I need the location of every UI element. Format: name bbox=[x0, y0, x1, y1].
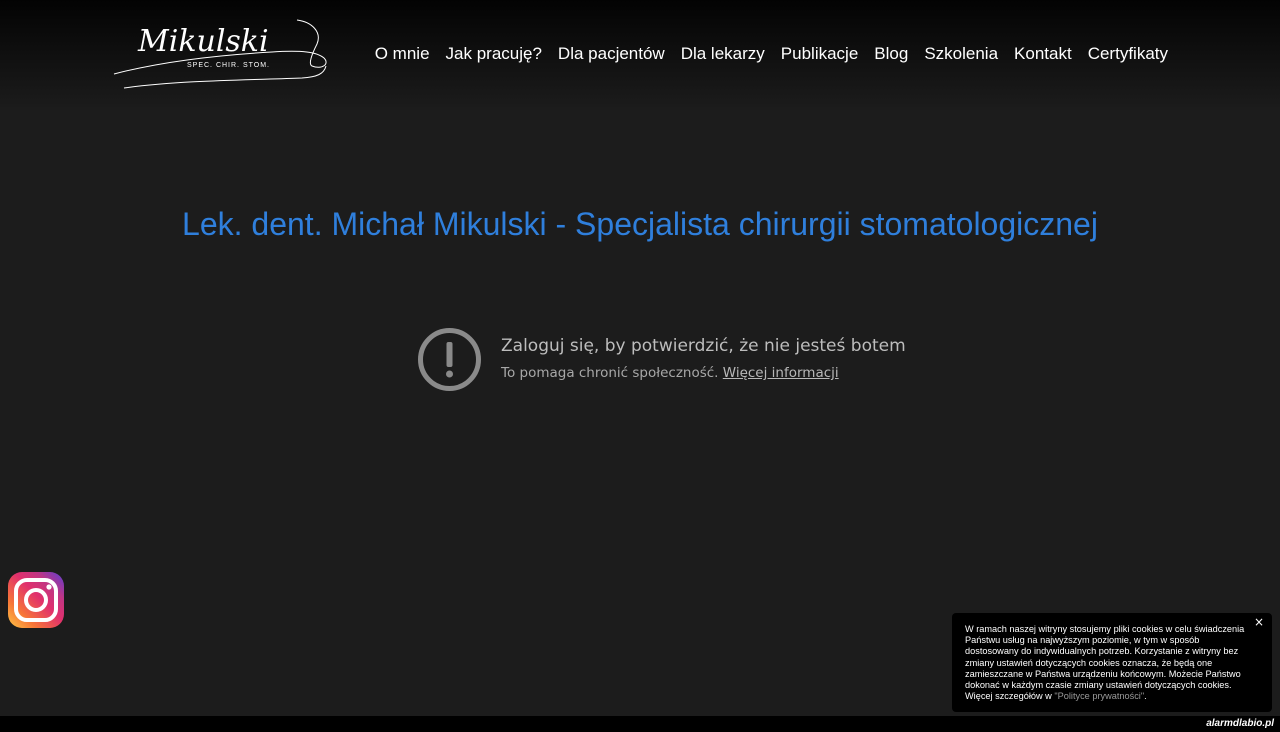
main-nav: O mnie Jak pracuję? Dla pacjentów Dla le… bbox=[359, 44, 1168, 64]
cookie-text: W ramach naszej witryny stosujemy pliki … bbox=[965, 624, 1245, 702]
nav-item-dla-lekarzy[interactable]: Dla lekarzy bbox=[681, 44, 765, 64]
page-title: Lek. dent. Michał Mikulski - Specjalista… bbox=[182, 206, 1098, 242]
bottom-bar bbox=[0, 716, 1280, 732]
nav-item-jak-pracuje[interactable]: Jak pracuję? bbox=[446, 44, 542, 64]
cookie-close-button[interactable]: × bbox=[1254, 616, 1264, 628]
nav-item-publikacje[interactable]: Publikacje bbox=[781, 44, 859, 64]
page: Mikulski SPEC. CHIR. STOM. O mnie Jak pr… bbox=[0, 0, 1280, 732]
nav-item-o-mnie[interactable]: O mnie bbox=[375, 44, 430, 64]
instagram-link[interactable] bbox=[8, 572, 64, 628]
more-info-link[interactable]: Więcej informacji bbox=[723, 365, 839, 381]
watermark-text: alarmdlabio.pl bbox=[1206, 718, 1274, 729]
site-logo[interactable]: Mikulski SPEC. CHIR. STOM. bbox=[112, 14, 332, 94]
embed-login-notice: Zaloguj się, by potwierdzić, że nie jest… bbox=[417, 327, 906, 393]
notice-text: To pomaga chronić społeczność. bbox=[501, 365, 719, 381]
nav-item-dla-pacjentow[interactable]: Dla pacjentów bbox=[558, 44, 665, 64]
nav-item-certyfikaty[interactable]: Certyfikaty bbox=[1088, 44, 1168, 64]
instagram-icon bbox=[14, 578, 58, 622]
nav-item-szkolenia[interactable]: Szkolenia bbox=[924, 44, 998, 64]
nav-item-blog[interactable]: Blog bbox=[874, 44, 908, 64]
exclamation-circle-icon bbox=[418, 328, 481, 391]
notice-text-line: To pomaga chronić społeczność. Więcej in… bbox=[501, 365, 839, 381]
cookie-banner: × W ramach naszej witryny stosujemy plik… bbox=[952, 613, 1272, 712]
notice-title: Zaloguj się, by potwierdzić, że nie jest… bbox=[501, 336, 906, 356]
nav-item-kontakt[interactable]: Kontakt bbox=[1014, 44, 1072, 64]
logo-subtitle: SPEC. CHIR. STOM. bbox=[187, 62, 270, 69]
logo-script-text: Mikulski bbox=[138, 24, 269, 59]
privacy-policy-link[interactable]: "Polityce prywatności" bbox=[1054, 691, 1144, 701]
site-header: Mikulski SPEC. CHIR. STOM. O mnie Jak pr… bbox=[0, 0, 1280, 110]
cookie-text-end: . bbox=[1144, 691, 1147, 702]
